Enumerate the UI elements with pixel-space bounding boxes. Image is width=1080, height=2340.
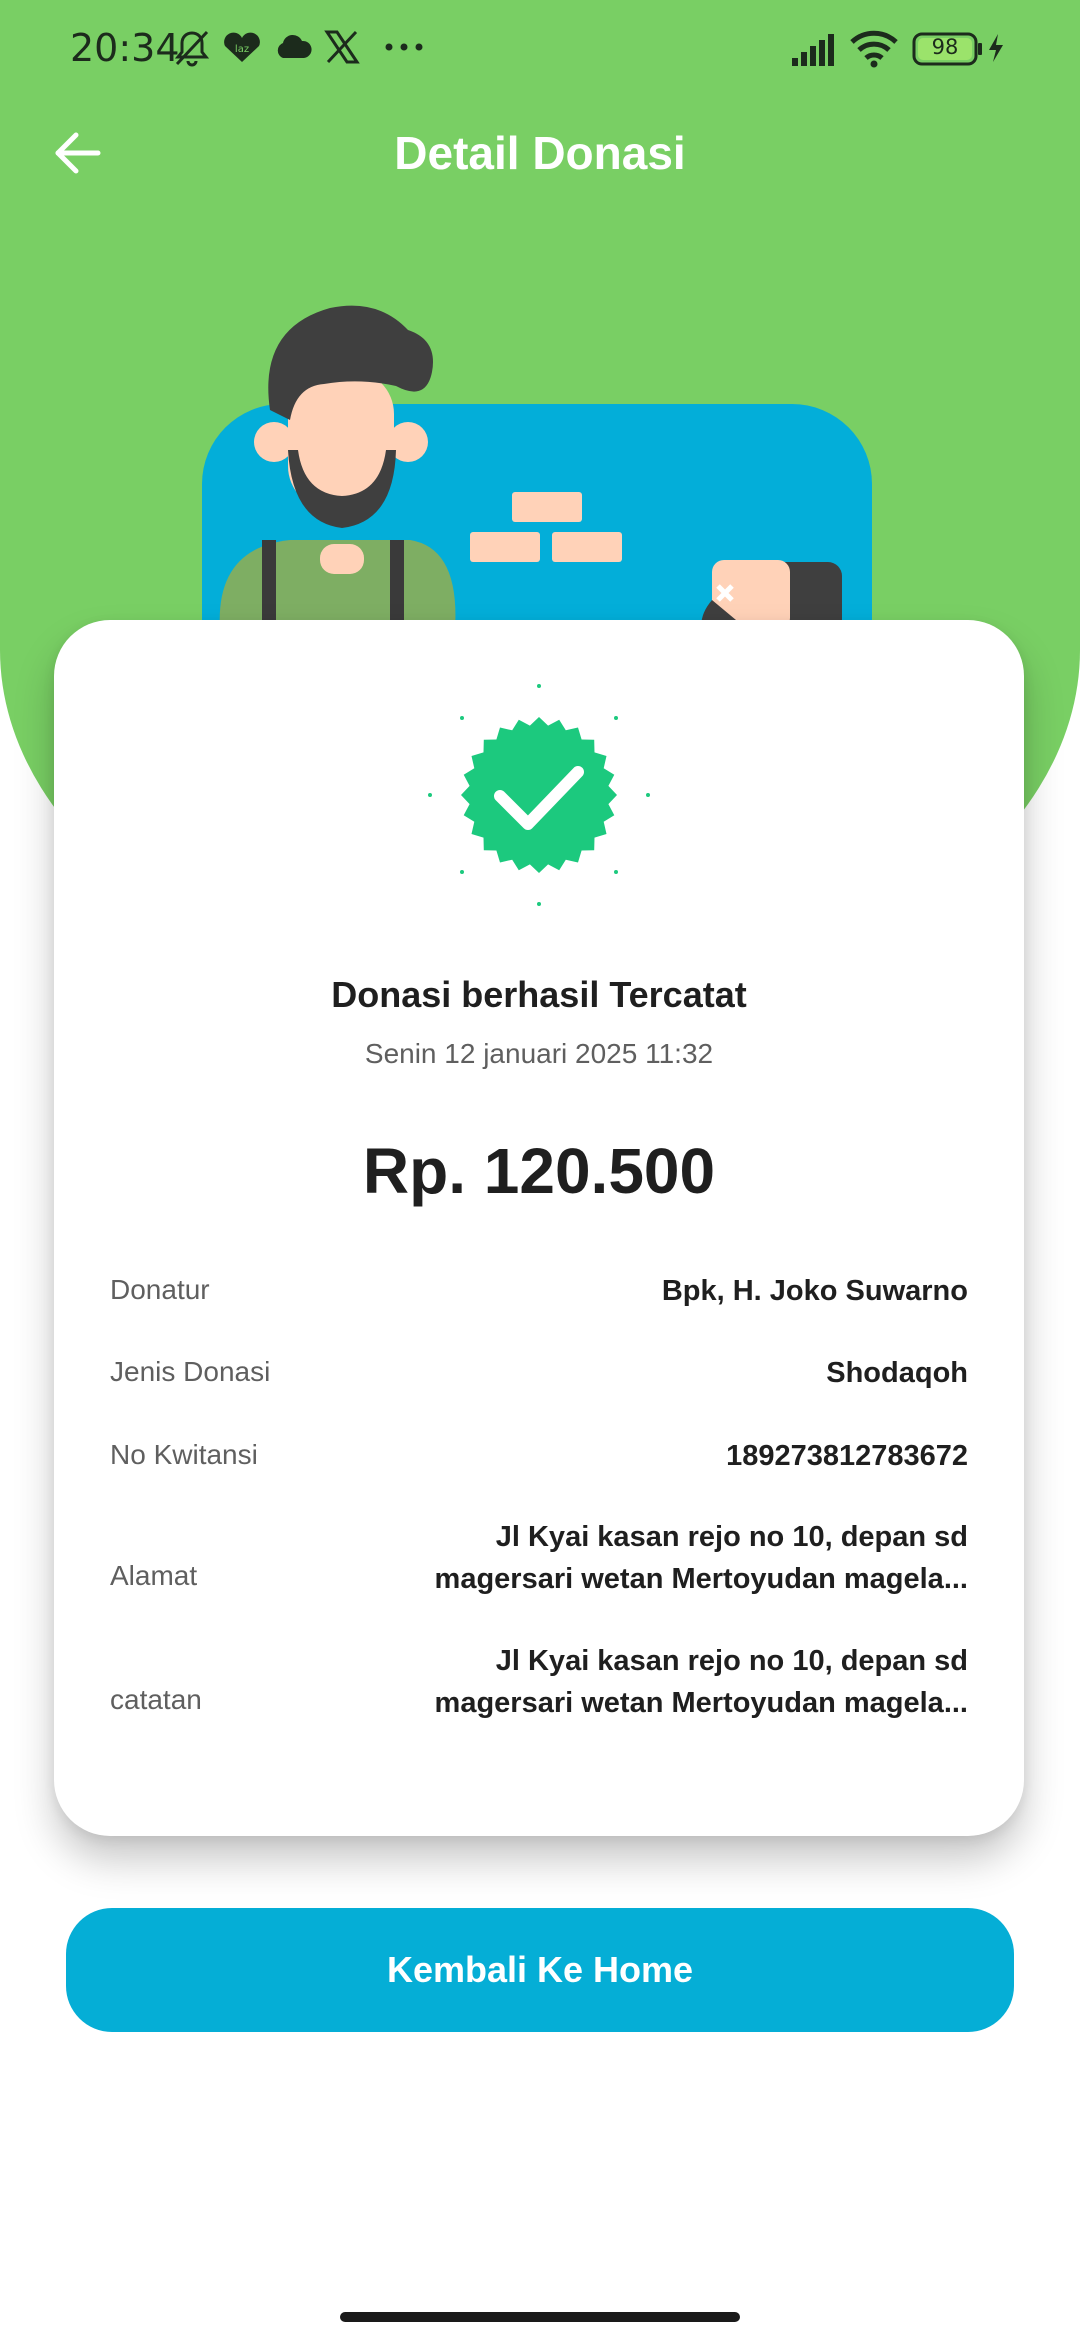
success-date: Senin 12 januari 2025 11:32	[364, 1038, 714, 1069]
receipt-card: Donasi berhasil Tercatat Senin 12 januar…	[54, 620, 1024, 1836]
success-title: Donasi berhasil Tercatat	[331, 974, 747, 1015]
donation-amount: Rp. 120.500	[362, 1135, 716, 1207]
detail-value-line: Jl Kyai kasan rejo no 10, depan sd	[495, 1645, 968, 1677]
detail-value: Bpk, H. Joko Suwarno	[661, 1275, 968, 1307]
page-title: Detail Donasi	[394, 127, 686, 179]
status-bar: 20:34 laz 98	[0, 0, 1080, 96]
detail-label: Alamat	[110, 1560, 198, 1591]
x-icon	[324, 30, 360, 64]
gesture-nav-handle[interactable]	[340, 2312, 740, 2322]
charging-icon	[989, 34, 1003, 62]
status-time: 20:34	[70, 26, 180, 70]
signal-icon	[792, 34, 834, 66]
wifi-icon	[850, 30, 898, 68]
lazada-icon: laz	[224, 32, 260, 62]
detail-value: Jl Kyai kasan rejo no 10, depan sd mager…	[408, 1640, 968, 1724]
detail-value-line: magersari wetan Mertoyudan magela...	[434, 1563, 968, 1595]
success-check-icon	[428, 684, 650, 906]
detail-label: Jenis Donasi	[110, 1356, 271, 1387]
detail-value: Shodaqoh	[826, 1357, 968, 1389]
back-to-home-button[interactable]: Kembali Ke Home	[66, 1908, 1014, 2032]
detail-value: Jl Kyai kasan rejo no 10, depan sd mager…	[408, 1516, 968, 1600]
cloud-icon	[277, 34, 312, 58]
bell-off-icon	[174, 30, 210, 67]
detail-value-line: magersari wetan Mertoyudan magela...	[434, 1687, 968, 1719]
donation-illustration	[202, 305, 872, 630]
detail-label: catatan	[110, 1684, 202, 1715]
detail-value: 189273812783672	[726, 1440, 968, 1472]
svg-text:laz: laz	[235, 44, 249, 55]
more-dots-icon	[385, 43, 423, 51]
battery-level: 98	[931, 35, 959, 59]
detail-value-line: Jl Kyai kasan rejo no 10, depan sd	[495, 1521, 968, 1553]
detail-label: No Kwitansi	[110, 1439, 258, 1470]
detail-label: Donatur	[110, 1274, 210, 1305]
